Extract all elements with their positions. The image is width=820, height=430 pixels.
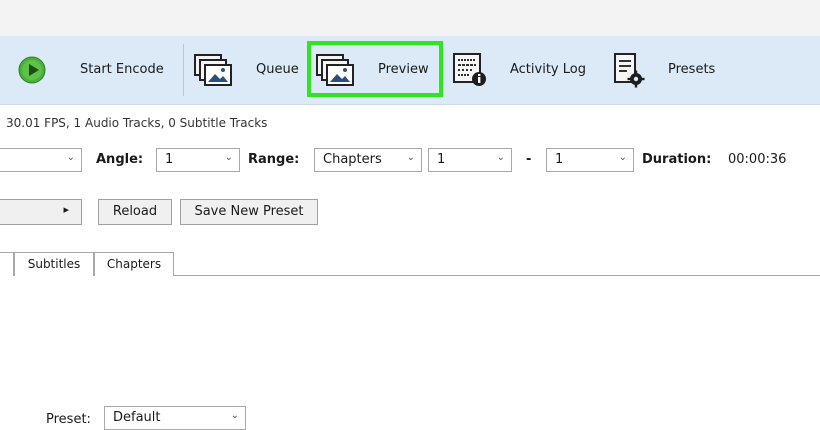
- presets-button[interactable]: Presets: [608, 48, 720, 92]
- activity-log-label: Activity Log: [510, 62, 586, 77]
- range-end-dropdown[interactable]: 1 ⌄: [546, 148, 634, 172]
- start-encode-button[interactable]: Start Encode: [14, 48, 174, 92]
- preset-label: Preset:: [46, 412, 91, 427]
- range-type-value: Chapters: [323, 152, 382, 167]
- play-icon: [18, 56, 46, 84]
- title-dropdown[interactable]: ⌄: [0, 148, 82, 172]
- preset-menu-button[interactable]: ▸: [0, 199, 82, 225]
- start-encode-label: Start Encode: [80, 62, 164, 77]
- preset-value: Default: [113, 410, 161, 425]
- range-type-dropdown[interactable]: Chapters ⌄: [314, 148, 422, 172]
- tab-subtitles[interactable]: Subtitles: [14, 252, 94, 276]
- range-label: Range:: [248, 152, 300, 167]
- reload-label: Reload: [112, 204, 158, 219]
- presets-label: Presets: [668, 62, 716, 77]
- range-start-value: 1: [437, 152, 446, 167]
- activity-log-button[interactable]: Activity Log: [448, 48, 598, 92]
- reload-button[interactable]: Reload: [98, 199, 172, 225]
- log-info-icon: [453, 53, 486, 86]
- tab-chapters[interactable]: Chapters: [94, 252, 174, 276]
- chevron-down-icon: ⌄: [66, 152, 75, 163]
- tab-partial[interactable]: [0, 252, 14, 276]
- range-separator: -: [526, 152, 532, 167]
- title-bar: [0, 0, 820, 36]
- tab-subtitles-label: Subtitles: [27, 257, 81, 271]
- toolbar-separator: [183, 44, 184, 96]
- queue-button[interactable]: Queue: [190, 48, 306, 92]
- range-start-dropdown[interactable]: 1 ⌄: [428, 148, 512, 172]
- preview-highlight-box: [307, 41, 443, 97]
- angle-label: Angle:: [96, 152, 144, 167]
- queue-label: Queue: [256, 62, 299, 77]
- source-info-text: 30.01 FPS, 1 Audio Tracks, 0 Subtitle Tr…: [6, 116, 268, 130]
- image-stack-icon: [194, 54, 232, 86]
- chevron-down-icon: ⌄: [224, 152, 233, 163]
- range-end-value: 1: [555, 152, 564, 167]
- duration-label: Duration:: [642, 152, 712, 167]
- chevron-down-icon: ⌄: [230, 410, 239, 421]
- save-new-preset-button[interactable]: Save New Preset: [180, 199, 318, 225]
- document-gear-icon: [614, 53, 645, 88]
- angle-value: 1: [165, 152, 174, 167]
- tab-chapters-label: Chapters: [106, 257, 162, 271]
- save-new-preset-label: Save New Preset: [194, 204, 304, 219]
- chevron-down-icon: ⌄: [406, 152, 415, 163]
- chevron-down-icon: ⌄: [496, 152, 505, 163]
- angle-dropdown[interactable]: 1 ⌄: [156, 148, 240, 172]
- duration-value: 00:00:36: [728, 152, 787, 167]
- preset-dropdown[interactable]: Default ⌄: [104, 406, 246, 430]
- chevron-down-icon: ⌄: [618, 152, 627, 163]
- chevron-right-icon: ▸: [63, 203, 69, 216]
